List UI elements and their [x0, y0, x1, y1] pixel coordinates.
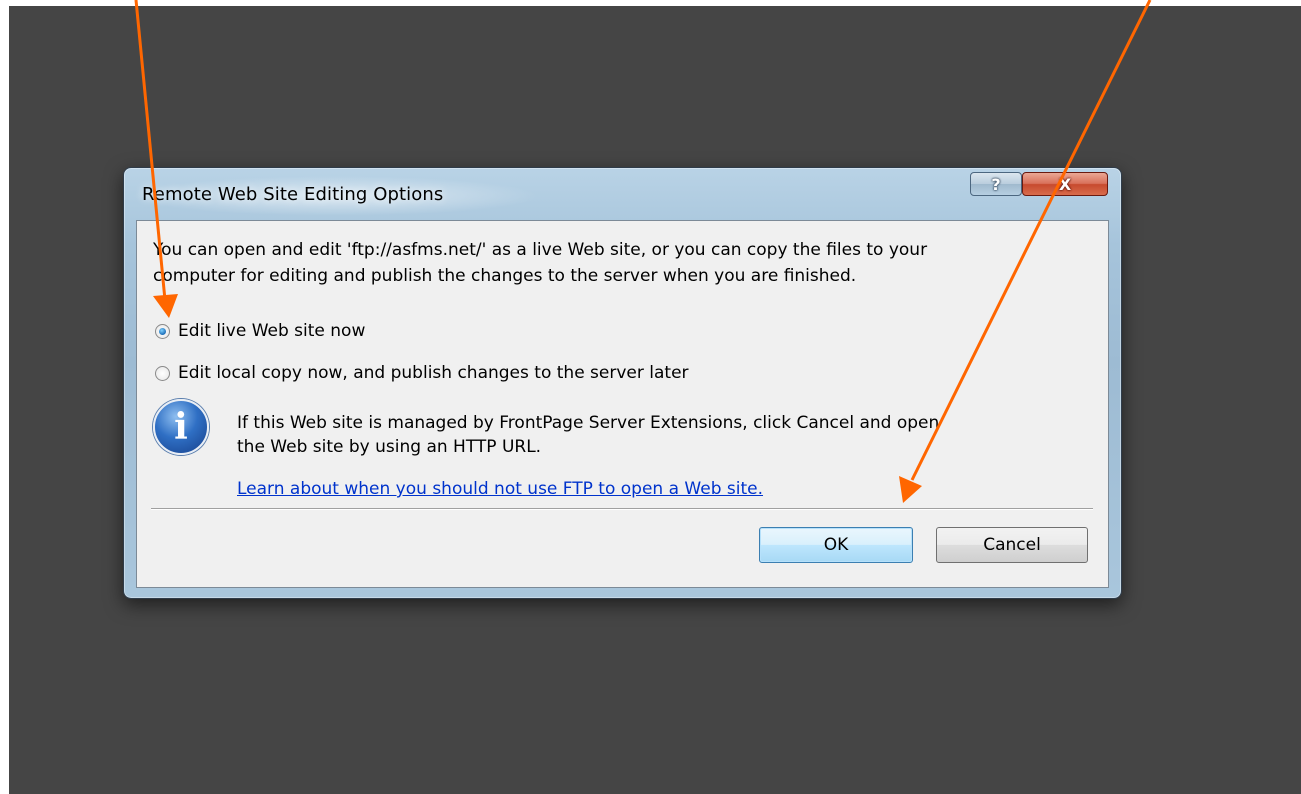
- message-line-1: You can open and edit 'ftp://asfms.net/'…: [153, 240, 928, 260]
- radio-edit-live[interactable]: [155, 323, 170, 339]
- separator: [151, 508, 1093, 510]
- cancel-button[interactable]: Cancel: [936, 527, 1088, 563]
- remote-web-site-editing-dialog: Remote Web Site Editing Options ? X You …: [123, 167, 1122, 599]
- radio-edit-local[interactable]: [155, 365, 170, 381]
- option-edit-local[interactable]: Edit local copy now, and publish changes…: [155, 363, 689, 383]
- info-message: If this Web site is managed by FrontPage…: [237, 411, 1097, 459]
- learn-about-ftp-link[interactable]: Learn about when you should not use FTP …: [237, 479, 763, 499]
- info-icon: i: [153, 399, 209, 455]
- close-icon: X: [1058, 174, 1072, 194]
- help-button[interactable]: ?: [970, 172, 1022, 196]
- option-edit-live[interactable]: Edit live Web site now: [155, 321, 365, 341]
- message-line-2: computer for editing and publish the cha…: [153, 266, 857, 286]
- info-line-2: the Web site by using an HTTP URL.: [237, 437, 542, 457]
- option-edit-local-label[interactable]: Edit local copy now, and publish changes…: [178, 363, 689, 383]
- dialog-content: You can open and edit 'ftp://asfms.net/'…: [136, 220, 1109, 588]
- close-button[interactable]: X: [1022, 172, 1108, 196]
- info-line-1: If this Web site is managed by FrontPage…: [237, 413, 940, 433]
- dialog-title: Remote Web Site Editing Options: [142, 184, 444, 205]
- dialog-message: You can open and edit 'ftp://asfms.net/'…: [153, 237, 1093, 289]
- title-bar[interactable]: Remote Web Site Editing Options ? X: [124, 168, 1121, 220]
- help-icon: ?: [991, 174, 1001, 194]
- ok-button[interactable]: OK: [759, 527, 913, 563]
- option-edit-live-label[interactable]: Edit live Web site now: [178, 321, 365, 341]
